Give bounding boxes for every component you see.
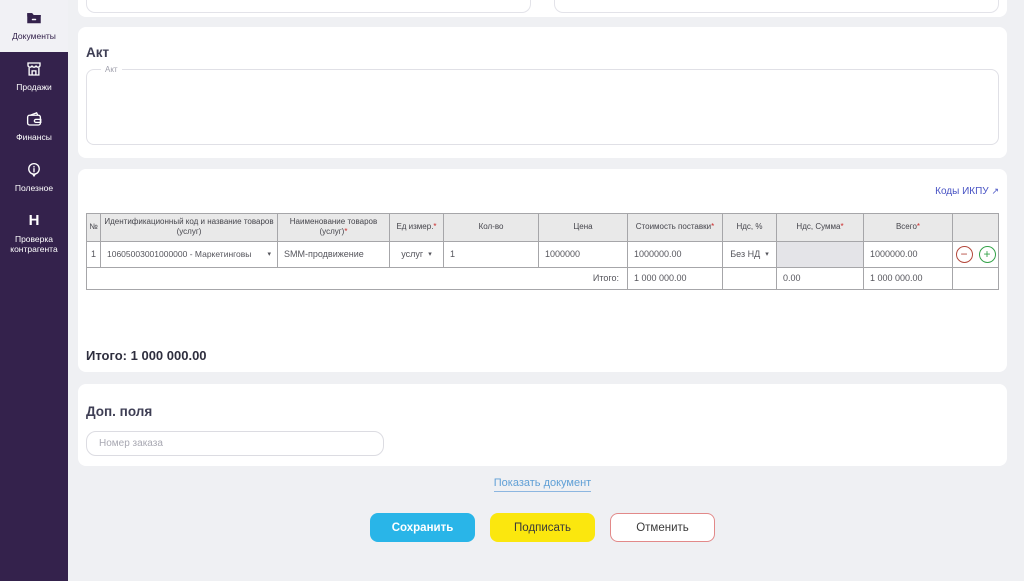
act-textarea[interactable] — [95, 74, 990, 134]
required-mark: * — [840, 222, 844, 232]
totals-total: 1 000 000.00 — [863, 266, 953, 290]
sidebar-item-sales[interactable]: Продажи — [0, 52, 68, 103]
row-qty-input[interactable]: 1 — [443, 240, 539, 268]
show-document-link[interactable]: Показать документ — [493, 477, 592, 492]
col-header-supply-cost: Стоимость поставки* — [627, 213, 723, 242]
sidebar-item-useful[interactable]: Полезное — [0, 153, 68, 204]
sidebar-item-label: Полезное — [14, 182, 54, 193]
col-header-total-label: Всего — [895, 222, 917, 232]
act-section-title: Акт — [86, 45, 110, 60]
plus-icon: + — [983, 246, 991, 261]
items-card: Коды ИКПУ ↗ № Идентификационный код и на… — [78, 169, 1007, 372]
col-header-price: Цена — [538, 213, 628, 242]
col-header-vat-sum-label: Ндс, Сумма — [796, 222, 841, 232]
table-header-row: № Идентификационный код и название товар… — [86, 213, 999, 242]
sidebar-item-label: Финансы — [16, 132, 52, 143]
col-header-vat-sum: Ндс, Сумма* — [776, 213, 864, 242]
col-header-unit: Ед измер.* — [389, 213, 444, 242]
minus-icon: − — [960, 246, 968, 261]
totals-row: Итого: 1 000 000.00 0.00 1 000 000.00 — [86, 266, 999, 290]
footer-actions: Показать документ Сохранить Подписать От… — [78, 466, 1007, 542]
sidebar-item-label: Проверка контрагента — [10, 233, 58, 255]
sidebar-item-counterparty-check[interactable]: H Проверка контрагента — [0, 204, 68, 265]
col-header-unit-label: Ед измер. — [396, 222, 434, 232]
col-header-supply-cost-label: Стоимость поставки — [635, 222, 712, 232]
row-name-input[interactable]: SMM-продвижение — [277, 240, 390, 268]
sidebar-item-label: Документы — [12, 31, 56, 41]
sidebar-item-finance[interactable]: Финансы — [0, 102, 68, 153]
documents-icon — [24, 8, 44, 28]
sidebar-item-label: Продажи — [16, 81, 52, 92]
table-row: 1 10605003001000000 - Маркетинговы ▾ SMM… — [86, 240, 999, 268]
act-field-label: Акт — [105, 65, 118, 74]
col-header-name: Наименование товаров (услуг)* — [277, 213, 390, 242]
row-vat-percent-select[interactable]: Без НД ▾ — [722, 240, 777, 268]
col-header-vat-percent: Ндс, % — [722, 213, 777, 242]
act-card: Акт Акт — [78, 27, 1007, 158]
row-vat-sum-cell — [776, 240, 864, 268]
col-header-qty: Кол-во — [443, 213, 539, 242]
row-unit-select[interactable]: услуг ▾ — [389, 240, 444, 268]
sidebar: Документы Продажи Финансы Полезное H Про… — [0, 0, 68, 581]
button-row: Сохранить Подписать Отменить — [78, 513, 1007, 542]
row-num-cell: 1 — [86, 240, 101, 268]
row-unit-value: услуг — [401, 249, 424, 260]
chevron-down-icon: ▾ — [428, 251, 432, 259]
ikpu-codes-link-label: Коды ИКПУ — [935, 186, 989, 197]
cancel-button[interactable]: Отменить — [610, 513, 715, 542]
row-code-select[interactable]: 10605003001000000 - Маркетинговы ▾ — [100, 240, 278, 268]
items-table: № Идентификационный код и название товар… — [86, 213, 999, 290]
extra-fields-card: Доп. поля — [78, 384, 1007, 466]
row-vat-percent-value: Без НД — [730, 249, 761, 260]
remove-row-button[interactable]: − — [955, 245, 973, 263]
grand-total-label: Итого: — [86, 347, 127, 363]
chevron-down-icon: ▾ — [267, 251, 271, 259]
grand-total-value: 1 000 000.00 — [130, 347, 207, 363]
totals-vat-sum: 0.00 — [776, 266, 864, 290]
sales-icon — [24, 59, 44, 79]
act-fieldset: Акт — [86, 65, 999, 145]
header-field-left[interactable] — [86, 0, 531, 13]
row-total-input[interactable]: 1000000.00 — [863, 240, 953, 268]
col-header-total: Всего* — [863, 213, 953, 242]
grand-total: Итого: 1 000 000.00 — [86, 348, 999, 363]
main-content: Акт Акт Коды ИКПУ ↗ № Идентификационный … — [68, 0, 1024, 581]
col-header-code: Идентификационный код и название товаров… — [100, 213, 278, 242]
ikpu-link-row: Коды ИКПУ ↗ — [86, 181, 999, 197]
add-row-button[interactable]: + — [978, 245, 996, 263]
required-mark: * — [711, 222, 715, 232]
ikpu-codes-link[interactable]: Коды ИКПУ ↗ — [935, 186, 999, 197]
save-button[interactable]: Сохранить — [370, 513, 475, 542]
totals-actions — [952, 266, 999, 290]
chevron-down-icon: ▾ — [765, 251, 769, 259]
sign-button[interactable]: Подписать — [490, 513, 595, 542]
order-number-input[interactable] — [86, 431, 384, 456]
sidebar-item-documents[interactable]: Документы — [0, 0, 68, 52]
row-supply-cost-input[interactable]: 1000000.00 — [627, 240, 723, 268]
external-link-icon: ↗ — [991, 186, 999, 196]
counterparty-check-icon: H — [28, 212, 40, 229]
totals-supply-cost: 1 000 000.00 — [627, 266, 723, 290]
totals-vat-percent — [722, 266, 777, 290]
row-actions-cell: − + — [952, 240, 999, 268]
top-fields-card — [78, 0, 1007, 17]
col-header-actions — [952, 213, 999, 242]
required-mark: * — [916, 222, 921, 232]
totals-label: Итого: — [86, 266, 628, 290]
col-header-num: № — [86, 213, 101, 242]
row-code-value: 10605003001000000 - Маркетинговы — [107, 249, 252, 260]
useful-icon — [24, 160, 44, 180]
header-field-right[interactable] — [554, 0, 999, 13]
required-mark: * — [344, 227, 348, 237]
col-header-name-label: Наименование товаров (услуг) — [289, 217, 378, 237]
required-mark: * — [433, 222, 437, 232]
row-price-input[interactable]: 1000000 — [538, 240, 628, 268]
finance-icon — [24, 109, 44, 129]
extra-fields-title: Доп. поля — [86, 404, 153, 419]
